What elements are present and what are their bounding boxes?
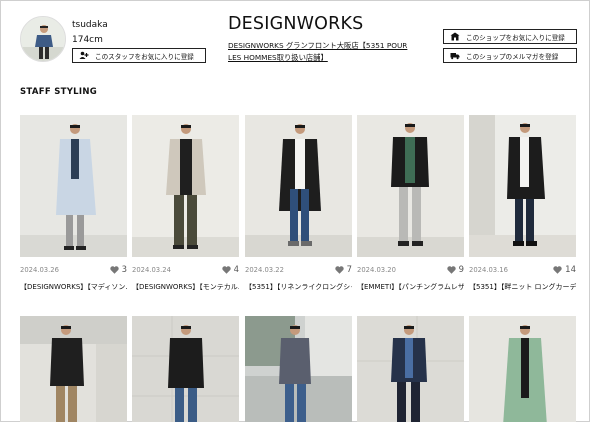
like-button[interactable]: 9	[446, 265, 464, 275]
favorite-shop-button[interactable]: このショップをお気に入りに登録	[443, 29, 577, 44]
post-date: 2024.03.22	[245, 266, 284, 274]
post-date: 2024.03.26	[20, 266, 59, 274]
post-date: 2024.03.24	[132, 266, 171, 274]
shop-icon	[450, 32, 460, 41]
section-title: STAFF STYLING	[20, 87, 98, 97]
post-photo[interactable]	[132, 316, 239, 422]
post-card[interactable]: 2024.03.22 7 【5351】【リネンライクロングシャツ】	[245, 115, 352, 292]
post-photo[interactable]	[132, 115, 239, 257]
like-count: 4	[233, 265, 239, 275]
post-card[interactable]: 2024.03.24 4 【DESIGNWORKS】【モンテカル…	[132, 115, 239, 292]
post-photo[interactable]	[469, 115, 576, 257]
heart-icon	[334, 266, 344, 274]
post-caption[interactable]: 【DESIGNWORKS】【モンテカル…	[132, 282, 239, 292]
avatar[interactable]	[20, 16, 66, 62]
post-photo[interactable]	[245, 115, 352, 257]
like-button[interactable]: 4	[221, 265, 239, 275]
post-photo[interactable]	[20, 316, 127, 422]
favorite-staff-button[interactable]: このスタッフをお気に入りに登録	[72, 48, 206, 63]
like-count: 9	[458, 265, 464, 275]
heart-icon	[446, 266, 456, 274]
post-date: 2024.03.20	[357, 266, 396, 274]
post-card[interactable]: 2024.03.26 3 【DESIGNWORKS】【マディソン…	[20, 115, 127, 292]
shop-newsletter-button[interactable]: このショップのメルマガを登録	[443, 48, 577, 63]
brand-title: DESIGNWORKS	[228, 14, 364, 34]
heart-icon	[221, 266, 231, 274]
post-date: 2024.03.16	[469, 266, 508, 274]
like-count: 3	[121, 265, 127, 275]
post-card[interactable]: 2024.03.20 9 【EMMETI】【パンチングラムレザー…	[357, 115, 464, 292]
heart-icon	[553, 266, 562, 274]
staff-username: tsudaka	[72, 20, 108, 30]
post-photo[interactable]	[357, 115, 464, 257]
post-photo[interactable]	[20, 115, 127, 257]
truck-icon	[450, 51, 460, 60]
like-button[interactable]: 14	[553, 265, 576, 275]
favorite-shop-label: このショップをお気に入りに登録	[466, 33, 565, 42]
post-card[interactable]: 2024.03.16 14 【5351】【畔ニット ロングカーディガ…	[469, 115, 576, 292]
staff-height: 174cm	[72, 35, 103, 45]
like-button[interactable]: 3	[109, 265, 127, 275]
heart-icon	[109, 266, 119, 274]
shop-newsletter-label: このショップのメルマガを登録	[466, 52, 559, 61]
post-caption[interactable]: 【DESIGNWORKS】【マディソン…	[20, 282, 127, 292]
post-caption[interactable]: 【EMMETI】【パンチングラムレザー…	[357, 282, 464, 292]
person-icon	[79, 51, 89, 60]
post-photo[interactable]	[245, 316, 352, 422]
favorite-staff-label: このスタッフをお気に入りに登録	[95, 52, 194, 61]
shop-link[interactable]: DESIGNWORKS グランフロント大阪店【5351 POUR LES HOM…	[228, 40, 418, 64]
like-count: 7	[346, 265, 352, 275]
post-caption[interactable]: 【5351】【畔ニット ロングカーディガ…	[469, 282, 576, 292]
post-caption[interactable]: 【5351】【リネンライクロングシャツ】	[245, 282, 352, 292]
post-photo[interactable]	[357, 316, 464, 422]
like-count: 14	[565, 265, 576, 275]
post-photo[interactable]	[469, 316, 576, 422]
like-button[interactable]: 7	[334, 265, 352, 275]
